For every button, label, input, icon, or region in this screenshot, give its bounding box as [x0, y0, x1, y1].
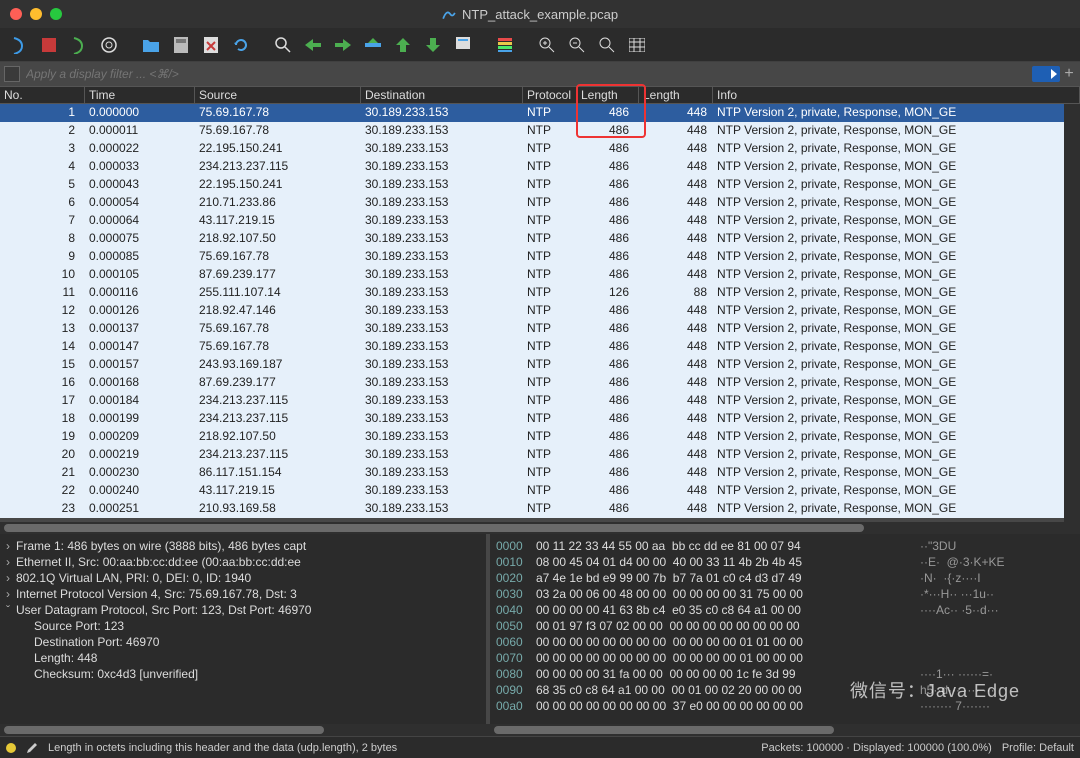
add-filter-button[interactable]: +	[1062, 65, 1076, 83]
go-to-packet-icon[interactable]	[360, 32, 386, 58]
packet-row[interactable]: 90.00008575.69.167.7830.189.233.153NTP48…	[0, 248, 1064, 266]
packet-row[interactable]: 160.00016887.69.239.17730.189.233.153NTP…	[0, 374, 1064, 392]
details-hscroll[interactable]	[0, 724, 490, 736]
col-no[interactable]: No.	[0, 87, 85, 103]
col-length-2[interactable]: Length	[639, 87, 713, 103]
col-length-1[interactable]: Length	[577, 87, 639, 103]
find-packet-icon[interactable]	[270, 32, 296, 58]
hex-row[interactable]: 008000 00 00 00 31 fa 00 00 00 00 00 00 …	[496, 666, 1074, 682]
tree-item[interactable]: ›Ethernet II, Src: 00:aa:bb:cc:dd:ee (00…	[6, 554, 480, 570]
hex-row[interactable]: 001008 00 45 04 01 d4 00 00 40 00 33 11 …	[496, 554, 1074, 570]
packet-row[interactable]: 30.00002222.195.150.24130.189.233.153NTP…	[0, 140, 1064, 158]
window-controls	[10, 8, 62, 20]
go-last-icon[interactable]	[420, 32, 446, 58]
col-destination[interactable]: Destination	[361, 87, 523, 103]
packet-list[interactable]: 10.00000075.69.167.7830.189.233.153NTP48…	[0, 104, 1064, 522]
col-info[interactable]: Info	[713, 87, 1080, 103]
packet-row[interactable]: 40.000033234.213.237.11530.189.233.153NT…	[0, 158, 1064, 176]
go-first-icon[interactable]	[390, 32, 416, 58]
packet-list-scrollbar[interactable]	[1064, 104, 1080, 522]
main-toolbar	[0, 28, 1080, 62]
packet-row[interactable]: 50.00004322.195.150.24130.189.233.153NTP…	[0, 176, 1064, 194]
resize-columns-icon[interactable]	[624, 32, 650, 58]
window-title: NTP_attack_example.pcap	[462, 7, 618, 22]
display-filter-input[interactable]	[20, 67, 1032, 81]
packet-row[interactable]: 60.000054210.71.233.8630.189.233.153NTP4…	[0, 194, 1064, 212]
zoom-out-icon[interactable]	[564, 32, 590, 58]
tree-item[interactable]: ˇUser Datagram Protocol, Src Port: 123, …	[6, 602, 480, 618]
packet-row[interactable]: 150.000157243.93.169.18730.189.233.153NT…	[0, 356, 1064, 374]
close-file-icon[interactable]	[198, 32, 224, 58]
packet-row[interactable]: 220.00024043.117.219.1530.189.233.153NTP…	[0, 482, 1064, 500]
open-file-icon[interactable]	[138, 32, 164, 58]
start-capture-icon[interactable]	[6, 32, 32, 58]
zoom-reset-icon[interactable]	[594, 32, 620, 58]
packet-row[interactable]: 70.00006443.117.219.1530.189.233.153NTP4…	[0, 212, 1064, 230]
packet-list-header[interactable]: No. Time Source Destination Protocol Len…	[0, 86, 1080, 104]
tree-item[interactable]: Checksum: 0xc4d3 [unverified]	[6, 666, 480, 682]
packet-bytes-pane[interactable]: 000000 11 22 33 44 55 00 aa bb cc dd ee …	[490, 534, 1080, 724]
packet-row[interactable]: 200.000219234.213.237.11530.189.233.153N…	[0, 446, 1064, 464]
edit-icon[interactable]	[26, 742, 38, 754]
zoom-in-icon[interactable]	[534, 32, 560, 58]
tree-item[interactable]: Destination Port: 46970	[6, 634, 480, 650]
colorize-icon[interactable]	[492, 32, 518, 58]
go-back-icon[interactable]	[300, 32, 326, 58]
options-icon[interactable]	[96, 32, 122, 58]
bookmark-filter-icon[interactable]	[4, 66, 20, 82]
hex-row[interactable]: 00a000 00 00 00 00 00 00 00 37 e0 00 00 …	[496, 698, 1074, 714]
close-window-icon[interactable]	[10, 8, 22, 20]
packet-row[interactable]: 210.00023086.117.151.15430.189.233.153NT…	[0, 464, 1064, 482]
hex-row[interactable]: 003003 2a 00 06 00 48 00 00 00 00 00 00 …	[496, 586, 1074, 602]
status-bar: Length in octets including this header a…	[0, 736, 1080, 758]
hex-row[interactable]: 004000 00 00 00 41 63 8b c4 e0 35 c0 c8 …	[496, 602, 1074, 618]
packet-row[interactable]: 10.00000075.69.167.7830.189.233.153NTP48…	[0, 104, 1064, 122]
restart-capture-icon[interactable]	[66, 32, 92, 58]
wireshark-icon	[442, 7, 456, 21]
hex-row[interactable]: 007000 00 00 00 00 00 00 00 00 00 00 00 …	[496, 650, 1074, 666]
tree-item[interactable]: ›Internet Protocol Version 4, Src: 75.69…	[6, 586, 480, 602]
status-profile[interactable]: Profile: Default	[1002, 742, 1074, 754]
packet-row[interactable]: 170.000184234.213.237.11530.189.233.153N…	[0, 392, 1064, 410]
col-protocol[interactable]: Protocol	[523, 87, 577, 103]
display-filter-bar: +	[0, 62, 1080, 86]
packet-row[interactable]: 140.00014775.69.167.7830.189.233.153NTP4…	[0, 338, 1064, 356]
packet-row[interactable]: 130.00013775.69.167.7830.189.233.153NTP4…	[0, 320, 1064, 338]
stop-capture-icon[interactable]	[36, 32, 62, 58]
tree-item[interactable]: ›Frame 1: 486 bytes on wire (3888 bits),…	[6, 538, 480, 554]
minimize-window-icon[interactable]	[30, 8, 42, 20]
tree-item[interactable]: ›802.1Q Virtual LAN, PRI: 0, DEI: 0, ID:…	[6, 570, 480, 586]
zoom-window-icon[interactable]	[50, 8, 62, 20]
window-titlebar: NTP_attack_example.pcap	[0, 0, 1080, 28]
save-file-icon[interactable]	[168, 32, 194, 58]
go-forward-icon[interactable]	[330, 32, 356, 58]
status-message: Length in octets including this header a…	[48, 742, 751, 754]
tree-item[interactable]: Source Port: 123	[6, 618, 480, 634]
expert-info-icon[interactable]	[6, 743, 16, 753]
hex-row[interactable]: 005000 01 97 f3 07 02 00 00 00 00 00 00 …	[496, 618, 1074, 634]
status-packets: Packets: 100000 · Displayed: 100000 (100…	[761, 742, 992, 754]
packet-row[interactable]: 120.000126218.92.47.14630.189.233.153NTP…	[0, 302, 1064, 320]
hex-row[interactable]: 000000 11 22 33 44 55 00 aa bb cc dd ee …	[496, 538, 1074, 554]
apply-filter-button[interactable]	[1032, 66, 1060, 82]
hex-row[interactable]: 0020a7 4e 1e bd e9 99 00 7b b7 7a 01 c0 …	[496, 570, 1074, 586]
packet-list-hscroll[interactable]	[0, 522, 1080, 534]
bytes-hscroll[interactable]	[490, 724, 1080, 736]
packet-row[interactable]: 180.000199234.213.237.11530.189.233.153N…	[0, 410, 1064, 428]
packet-details-pane[interactable]: ›Frame 1: 486 bytes on wire (3888 bits),…	[0, 534, 490, 724]
hex-row[interactable]: 006000 00 00 00 00 00 00 00 00 00 00 00 …	[496, 634, 1074, 650]
hex-row[interactable]: 009068 35 c0 c8 64 a1 00 00 00 01 00 02 …	[496, 682, 1074, 698]
packet-row[interactable]: 80.000075218.92.107.5030.189.233.153NTP4…	[0, 230, 1064, 248]
packet-row[interactable]: 190.000209218.92.107.5030.189.233.153NTP…	[0, 428, 1064, 446]
auto-scroll-icon[interactable]	[450, 32, 476, 58]
packet-row[interactable]: 100.00010587.69.239.17730.189.233.153NTP…	[0, 266, 1064, 284]
packet-row[interactable]: 110.000116255.111.107.1430.189.233.153NT…	[0, 284, 1064, 302]
reload-icon[interactable]	[228, 32, 254, 58]
col-time[interactable]: Time	[85, 87, 195, 103]
col-source[interactable]: Source	[195, 87, 361, 103]
packet-row[interactable]: 230.000251210.93.169.5830.189.233.153NTP…	[0, 500, 1064, 518]
tree-item[interactable]: Length: 448	[6, 650, 480, 666]
packet-row[interactable]: 20.00001175.69.167.7830.189.233.153NTP48…	[0, 122, 1064, 140]
